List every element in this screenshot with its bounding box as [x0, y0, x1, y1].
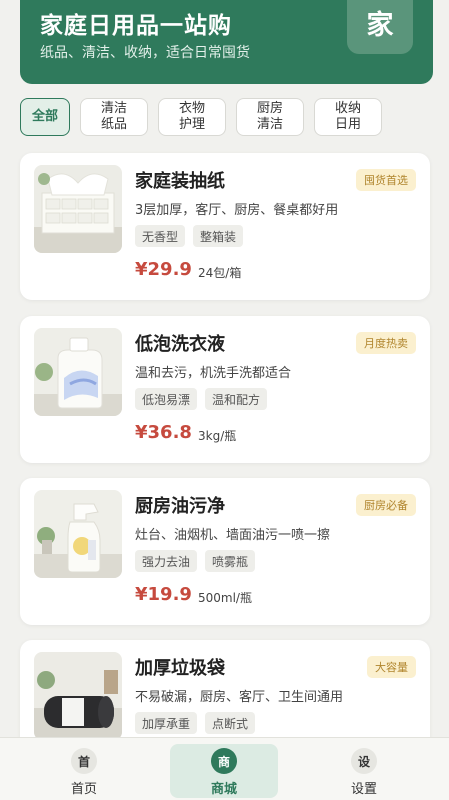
tab-kitchen-cleaning[interactable]: 厨房清洁: [236, 98, 304, 136]
product-tag: 强力去油: [135, 550, 198, 572]
product-tag: 加厚承重: [135, 712, 198, 734]
page-subtitle: 纸品、清洁、收纳，适合日常囤货: [40, 45, 250, 61]
product-description: 不易破漏，厨房、客厅、卫生间通用: [135, 690, 344, 705]
product-unit: 24包/箱: [198, 266, 242, 280]
product-description: 灶台、油烟机、墙面油污一喷一擦: [135, 528, 331, 543]
product-badge: 大容量: [367, 656, 416, 678]
tab-label: 收纳日用: [334, 101, 361, 132]
shop-page: 家庭日用品一站购 纸品、清洁、收纳，适合日常囤货 家 全部 清洁纸品 衣物护理 …: [0, 0, 449, 800]
category-tabs: 全部 清洁纸品 衣物护理 厨房清洁 收纳日用: [0, 98, 449, 138]
product-card[interactable]: 低泡洗衣液 月度热卖 温和去污，机洗手洗都适合 低泡易漂 温和配方 ¥36.8 …: [20, 316, 430, 463]
nav-settings[interactable]: 设 设置: [310, 744, 418, 798]
product-image-trash-bags: [34, 652, 122, 740]
tab-label: 全部: [31, 109, 58, 124]
tab-clothing-care[interactable]: 衣物护理: [158, 98, 226, 136]
product-tag: 低泡易漂: [135, 388, 198, 410]
product-image-detergent: [34, 328, 122, 416]
product-badge: 月度热卖: [356, 332, 416, 354]
product-tags: 无香型 整箱装: [135, 225, 244, 247]
product-unit: 500ml/瓶: [198, 591, 252, 605]
product-description: 温和去污，机洗手洗都适合: [135, 366, 292, 381]
product-price: ¥36.8: [135, 422, 192, 443]
nav-mall[interactable]: 商 商城: [170, 744, 278, 798]
mall-icon: 商: [211, 748, 237, 774]
product-badge: 囤货首选: [356, 169, 416, 191]
product-tag: 温和配方: [205, 388, 268, 410]
product-tags: 加厚承重 点断式: [135, 712, 256, 734]
home-icon: 首: [71, 748, 97, 774]
product-badge: 厨房必备: [356, 494, 416, 516]
tab-label: 清洁纸品: [100, 101, 127, 132]
product-name: 低泡洗衣液: [135, 334, 225, 355]
header-banner: 家庭日用品一站购 纸品、清洁、收纳，适合日常囤货 家: [20, 0, 433, 84]
brand-badge: 家: [347, 0, 413, 54]
product-tag: 整箱装: [193, 225, 244, 247]
product-name: 家庭装抽纸: [135, 171, 225, 192]
product-tag: 无香型: [135, 225, 186, 247]
product-image-spray: [34, 490, 122, 578]
product-tag: 点断式: [205, 712, 256, 734]
product-image-tissue: [34, 165, 122, 253]
product-name: 加厚垃圾袋: [135, 658, 225, 679]
tab-cleaning-paper[interactable]: 清洁纸品: [80, 98, 148, 136]
product-price: ¥19.9: [135, 584, 192, 605]
nav-label: 商城: [210, 782, 237, 797]
product-unit: 3kg/瓶: [198, 429, 237, 443]
nav-label: 首页: [70, 782, 97, 797]
product-price: ¥29.9: [135, 259, 192, 280]
product-tag: 喷雾瓶: [205, 550, 256, 572]
product-name: 厨房油污净: [135, 496, 225, 517]
product-tags: 低泡易漂 温和配方: [135, 388, 268, 410]
tab-all[interactable]: 全部: [20, 98, 70, 136]
page-title: 家庭日用品一站购: [40, 13, 232, 39]
settings-icon: 设: [351, 748, 377, 774]
product-description: 3层加厚，客厅、厨房、餐桌都好用: [135, 203, 339, 218]
tab-label: 厨房清洁: [256, 101, 283, 132]
product-tags: 强力去油 喷雾瓶: [135, 550, 256, 572]
nav-label: 设置: [350, 782, 377, 797]
tab-label: 衣物护理: [178, 101, 205, 132]
tab-storage-daily[interactable]: 收纳日用: [314, 98, 382, 136]
product-card[interactable]: 家庭装抽纸 囤货首选 3层加厚，客厅、厨房、餐桌都好用 无香型 整箱装 ¥29.…: [20, 153, 430, 300]
product-card[interactable]: 厨房油污净 厨房必备 灶台、油烟机、墙面油污一喷一擦 强力去油 喷雾瓶 ¥19.…: [20, 478, 430, 625]
bottom-nav: 首 首页 商 商城 设 设置: [0, 737, 449, 800]
nav-home[interactable]: 首 首页: [30, 744, 138, 798]
